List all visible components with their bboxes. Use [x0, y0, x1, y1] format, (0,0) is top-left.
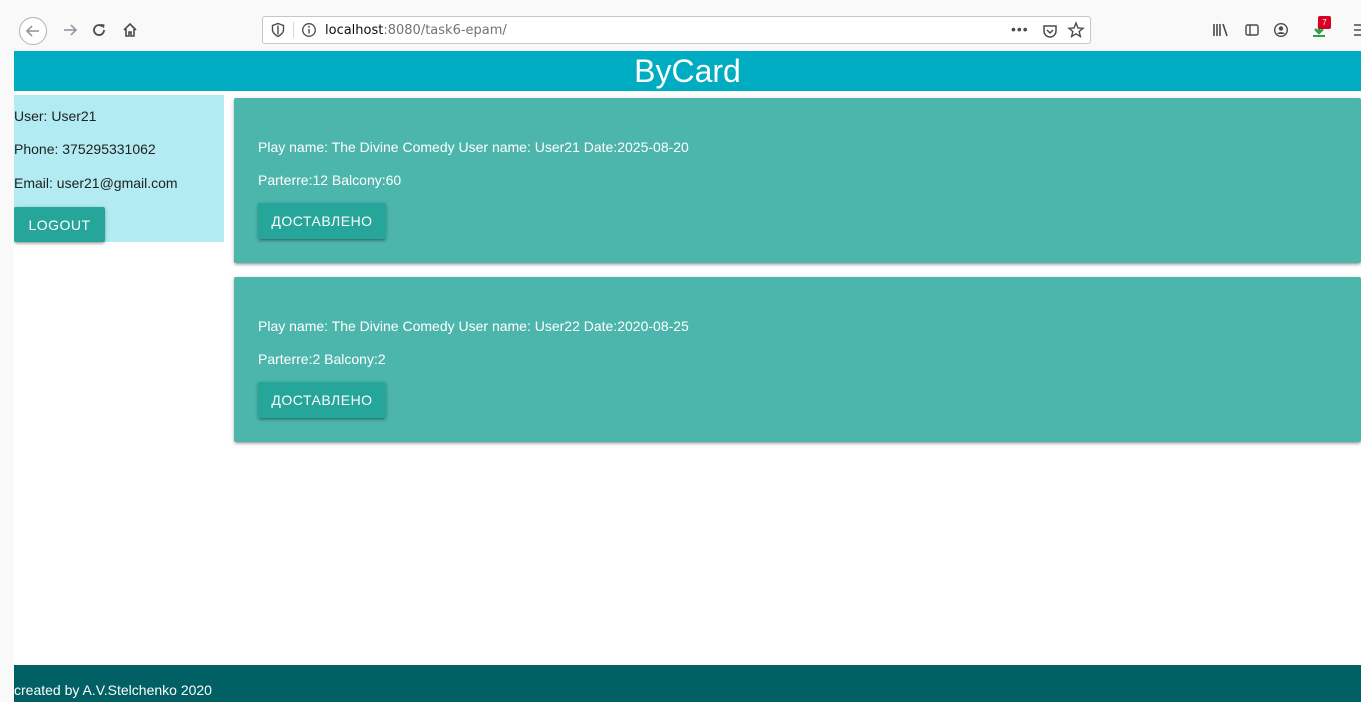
url-path: :8080/task6-epam/: [383, 23, 507, 38]
order-card: Play name: The Divine Comedy User name: …: [234, 277, 1361, 442]
user-name: User: User21: [14, 108, 97, 124]
user-phone: Phone: 375295331062: [14, 141, 156, 157]
extension-badge: 7: [1318, 16, 1331, 29]
logout-button[interactable]: LOGOUT: [14, 207, 105, 242]
url-text[interactable]: localhost:8080/task6-epam/: [325, 23, 507, 38]
pocket-icon[interactable]: [1041, 22, 1059, 40]
site-info-icon[interactable]: [301, 22, 317, 38]
site-title: ByCard: [634, 53, 741, 89]
url-host: localhost: [325, 23, 384, 38]
url-separator: [293, 22, 294, 38]
order-seats: Parterre:12 Balcony:60: [258, 172, 402, 188]
sidebar-toggle-icon[interactable]: [1242, 18, 1262, 42]
user-email: Email: user21@gmail.com: [14, 175, 178, 191]
address-bar[interactable]: localhost:8080/task6-epam/ •••: [262, 16, 1091, 44]
library-icon[interactable]: [1211, 18, 1231, 42]
page-viewport: ByCard User: User21 Phone: 375295331062 …: [14, 51, 1361, 702]
reload-icon: [93, 24, 105, 36]
order-info: Play name: The Divine Comedy User name: …: [258, 139, 689, 155]
home-button[interactable]: [116, 16, 144, 44]
order-card: Play name: The Divine Comedy User name: …: [234, 98, 1361, 263]
site-footer: created by A.V.Stelchenko 2020: [14, 665, 1361, 702]
delivered-button[interactable]: ДОСТАВЛЕНО: [258, 382, 386, 418]
tracking-protection-shield-icon[interactable]: [270, 22, 286, 38]
order-info: Play name: The Divine Comedy User name: …: [258, 318, 689, 334]
back-button[interactable]: [19, 17, 47, 45]
page-actions-button[interactable]: •••: [1011, 21, 1029, 37]
forward-arrow-icon: [64, 24, 78, 36]
bookmark-star-icon[interactable]: [1067, 21, 1085, 39]
site-header: ByCard: [14, 51, 1361, 91]
footer-credit: created by A.V.Stelchenko 2020: [14, 682, 212, 698]
user-info-panel: User: User21 Phone: 375295331062 Email: …: [14, 95, 224, 242]
browser-window: localhost:8080/task6-epam/ ••• 7 ByCard …: [0, 0, 1361, 702]
forward-button[interactable]: [56, 16, 84, 44]
account-icon[interactable]: [1271, 18, 1291, 42]
order-seats: Parterre:2 Balcony:2: [258, 351, 386, 367]
back-arrow-icon: [25, 25, 39, 37]
browser-toolbar: localhost:8080/task6-epam/ ••• 7: [0, 8, 1361, 52]
home-icon: [123, 22, 137, 37]
reload-button[interactable]: [85, 16, 113, 44]
delivered-button[interactable]: ДОСТАВЛЕНО: [258, 203, 386, 239]
hamburger-menu-icon[interactable]: [1350, 18, 1361, 42]
